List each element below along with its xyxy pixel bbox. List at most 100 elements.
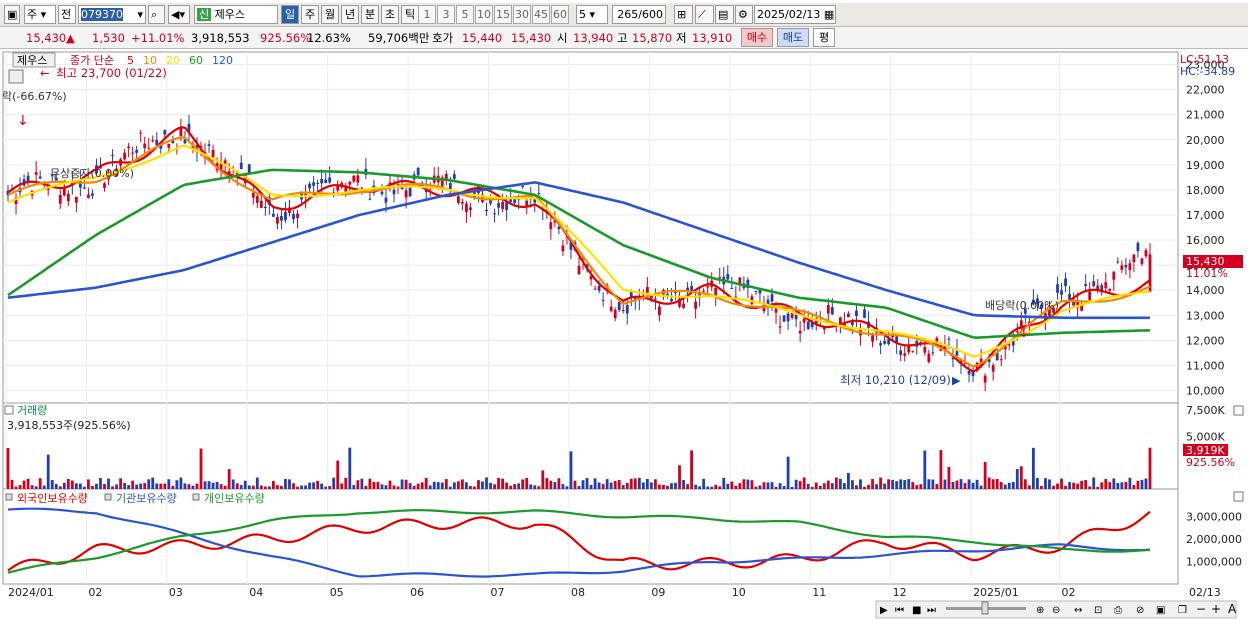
stock-name-field[interactable]: 신 제우스: [194, 5, 278, 24]
volume-bar: [1136, 480, 1140, 489]
interval-button-45[interactable]: 45: [532, 5, 550, 24]
search-icon[interactable]: ⌕: [148, 5, 165, 24]
crosshair-icon[interactable]: ⊞: [674, 5, 693, 24]
price-tick-label: 11,000: [1186, 359, 1225, 372]
period-button-4[interactable]: 분: [361, 5, 379, 24]
interval-button-3[interactable]: 3: [437, 5, 455, 24]
volume-bar: [529, 484, 533, 489]
link-icon[interactable]: ⊘: [1136, 605, 1144, 616]
event-bonus-issue: 무상증자(0.00%): [50, 167, 134, 180]
candle-body: [452, 174, 456, 179]
volume-bar: [637, 477, 641, 489]
font-size-icon[interactable]: A: [1228, 602, 1237, 616]
zoom-in-icon[interactable]: ⊕: [1036, 605, 1044, 616]
minus-icon[interactable]: −: [1196, 602, 1206, 616]
pan-icon[interactable]: ↔: [1074, 605, 1082, 616]
date-input[interactable]: 2025/02/13 ▦: [754, 5, 836, 24]
interval-button-30[interactable]: 30: [513, 5, 531, 24]
image-icon[interactable]: ▣: [1156, 605, 1165, 616]
candle-body: [847, 313, 850, 318]
bar-total: /600: [638, 8, 663, 21]
holding-tick-label: 1,000,000: [1186, 555, 1242, 568]
volume-pane-toggle[interactable]: [4, 405, 14, 415]
volume-bar: [416, 483, 420, 489]
stock-chart[interactable]: 10,00011,00012,00013,00014,00015,00016,0…: [0, 50, 1248, 621]
print-icon[interactable]: ⎙: [1114, 605, 1122, 616]
volume-bar: [1027, 485, 1031, 489]
volume-bar: [666, 485, 669, 489]
volume-bar: [231, 479, 235, 489]
speaker-icon[interactable]: ◀▾: [168, 5, 190, 24]
period-button-6[interactable]: 틱: [401, 5, 419, 24]
zoom-slider-thumb[interactable]: [981, 601, 989, 615]
volume-bar: [103, 483, 106, 489]
bar-count-field[interactable]: 265/600: [612, 5, 666, 24]
sell-button[interactable]: 매도: [777, 28, 809, 47]
volume-bar: [718, 486, 722, 489]
volume-bar: [312, 482, 316, 489]
fit-icon[interactable]: ⊡: [1094, 605, 1102, 616]
eval-button[interactable]: 평: [813, 28, 835, 47]
holding-pane-close-icon[interactable]: [1233, 491, 1244, 502]
interval-button-5[interactable]: 5: [456, 5, 474, 24]
candle-body: [903, 353, 907, 356]
save-icon[interactable]: ▤: [715, 5, 734, 24]
window-icon[interactable]: ▣: [4, 5, 20, 24]
period-button-5[interactable]: 초: [381, 5, 399, 24]
ma-legend-20: 20: [166, 54, 180, 67]
holding-legend-marker: [192, 493, 200, 501]
volume-bar: [440, 482, 444, 489]
period-button-2[interactable]: 월: [321, 5, 339, 24]
x-tick-label: 11: [812, 586, 826, 599]
draw-icon[interactable]: ⟋: [695, 5, 714, 24]
calendar-icon[interactable]: [8, 69, 24, 84]
volume-bar: [408, 483, 412, 489]
volume-bar: [191, 485, 195, 489]
candle-body: [87, 194, 90, 198]
candle-body: [179, 127, 183, 137]
candle-body: [66, 193, 70, 202]
scroll-first-icon[interactable]: ⏮: [895, 605, 904, 616]
gear-icon[interactable]: ⚙: [735, 5, 753, 24]
interval-button-15[interactable]: 15: [494, 5, 512, 24]
price-tick-label: 21,000: [1186, 109, 1225, 122]
period-button-1[interactable]: 주: [301, 5, 319, 24]
drop-note: 락(-66.67%): [2, 90, 67, 103]
volume-bar: [1003, 484, 1007, 489]
candle-body: [247, 164, 251, 173]
candle-body: [143, 143, 147, 148]
scroll-last-icon[interactable]: ⏭: [927, 605, 936, 616]
volume-bar: [58, 486, 62, 489]
volume-pane-close-icon[interactable]: [1233, 405, 1244, 416]
volume-bar: [754, 486, 758, 489]
period-button-0[interactable]: 일: [281, 5, 299, 24]
buy-button[interactable]: 매수: [741, 28, 773, 47]
plus-icon[interactable]: +: [1211, 602, 1221, 616]
volume-bar: [818, 485, 822, 489]
scroll-right-icon[interactable]: ▶: [880, 605, 888, 616]
zoom-out-icon[interactable]: ⊖: [1052, 605, 1060, 616]
interval-button-60[interactable]: 60: [551, 5, 569, 24]
stop-icon[interactable]: ■: [912, 605, 921, 616]
volume-bar: [545, 478, 549, 489]
volume-bar: [915, 485, 919, 489]
candle-body: [1116, 261, 1120, 263]
candle-body: [883, 340, 887, 344]
holding-legend-marker: [5, 493, 13, 501]
interval-button-10[interactable]: 10: [475, 5, 493, 24]
quote-bar: 15,430 ▲ 1,530 +11.01% 3,918,553 925.56%…: [0, 27, 1248, 49]
period-button-3[interactable]: 년: [341, 5, 359, 24]
scope-button[interactable]: 전: [58, 5, 76, 24]
code-input[interactable]: 079370 ▾: [78, 5, 146, 24]
copy-icon[interactable]: ❐: [1178, 605, 1187, 616]
interval-button-1[interactable]: 1: [418, 5, 436, 24]
volume-bar: [967, 479, 971, 489]
volume-bar: [557, 478, 561, 489]
count-select[interactable]: 5 ▾: [576, 5, 608, 24]
low-marker-icon: ▶: [952, 374, 961, 387]
volume-bar: [199, 448, 203, 489]
volume-bar: [509, 485, 513, 489]
market-select[interactable]: 주 ▾: [24, 5, 56, 24]
bid-price: 15,430: [511, 31, 552, 45]
candle-body: [34, 172, 38, 175]
